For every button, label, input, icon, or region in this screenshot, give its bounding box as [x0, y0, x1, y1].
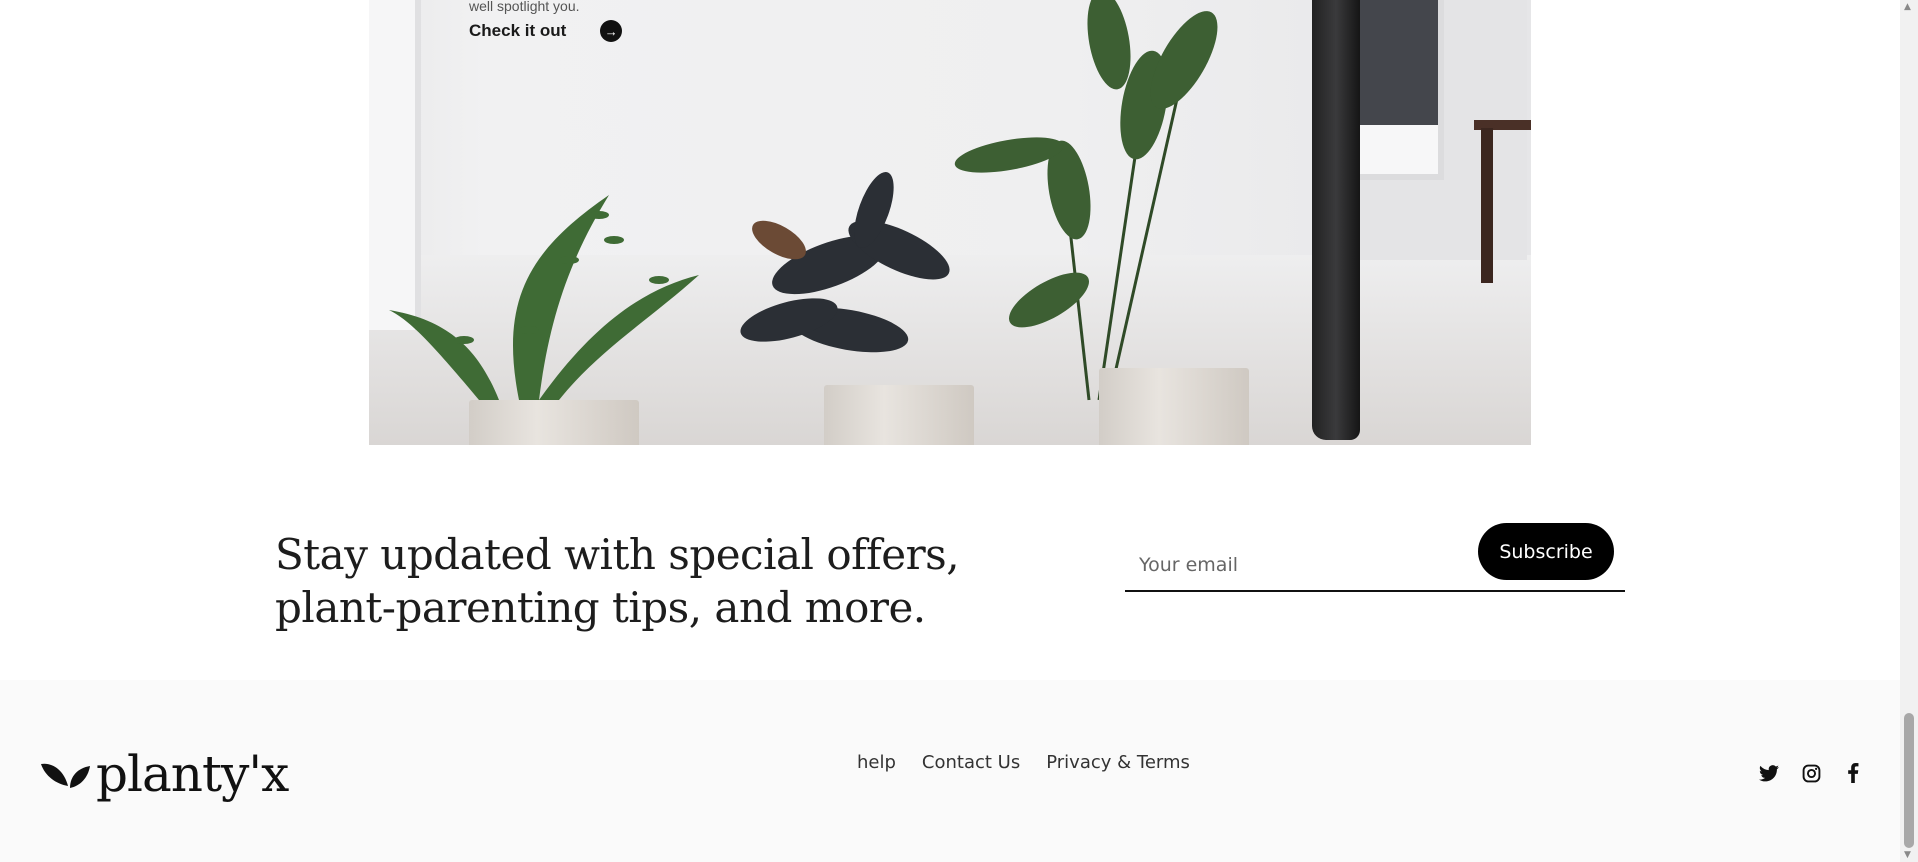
pot — [469, 400, 639, 445]
help-link[interactable]: help — [857, 752, 896, 773]
privacy-terms-link[interactable]: Privacy & Terms — [1046, 752, 1190, 773]
social-links — [1758, 762, 1864, 784]
hanging-coat — [1312, 0, 1360, 440]
instagram-icon[interactable] — [1800, 762, 1822, 784]
scroll-up-icon[interactable]: ▲ — [1904, 2, 1911, 12]
scrollbar[interactable]: ▲ ▼ — [1900, 0, 1918, 862]
check-it-out-link[interactable]: Check it out → — [469, 20, 623, 42]
logo-text: planty'x — [96, 745, 289, 803]
pot — [824, 385, 974, 445]
cta-label: Check it out — [469, 21, 567, 40]
logo[interactable]: planty'x — [40, 745, 289, 803]
hero-subtitle: well spotlight you. — [469, 0, 580, 14]
pot — [1099, 368, 1249, 445]
facebook-icon[interactable] — [1842, 762, 1864, 784]
newsletter-title: Stay updated with special offers, plant-… — [275, 528, 960, 634]
arrow-right-icon: → — [600, 20, 623, 42]
hero-image: well spotlight you. Check it out → — [369, 0, 1531, 445]
contact-us-link[interactable]: Contact Us — [922, 752, 1020, 773]
footer-links: help Contact Us Privacy & Terms — [857, 752, 1190, 773]
title-line: plant-parenting tips, and more. — [275, 583, 926, 632]
scrollbar-thumb[interactable] — [1904, 713, 1914, 848]
twitter-icon[interactable] — [1758, 762, 1780, 784]
subscribe-button[interactable]: Subscribe — [1478, 523, 1614, 580]
title-line: Stay updated with special offers, — [275, 530, 960, 579]
scroll-down-icon[interactable]: ▼ — [1904, 850, 1911, 860]
leaf-logo-icon — [41, 763, 90, 788]
footer: planty'x help Contact Us Privacy & Terms — [0, 680, 1900, 862]
